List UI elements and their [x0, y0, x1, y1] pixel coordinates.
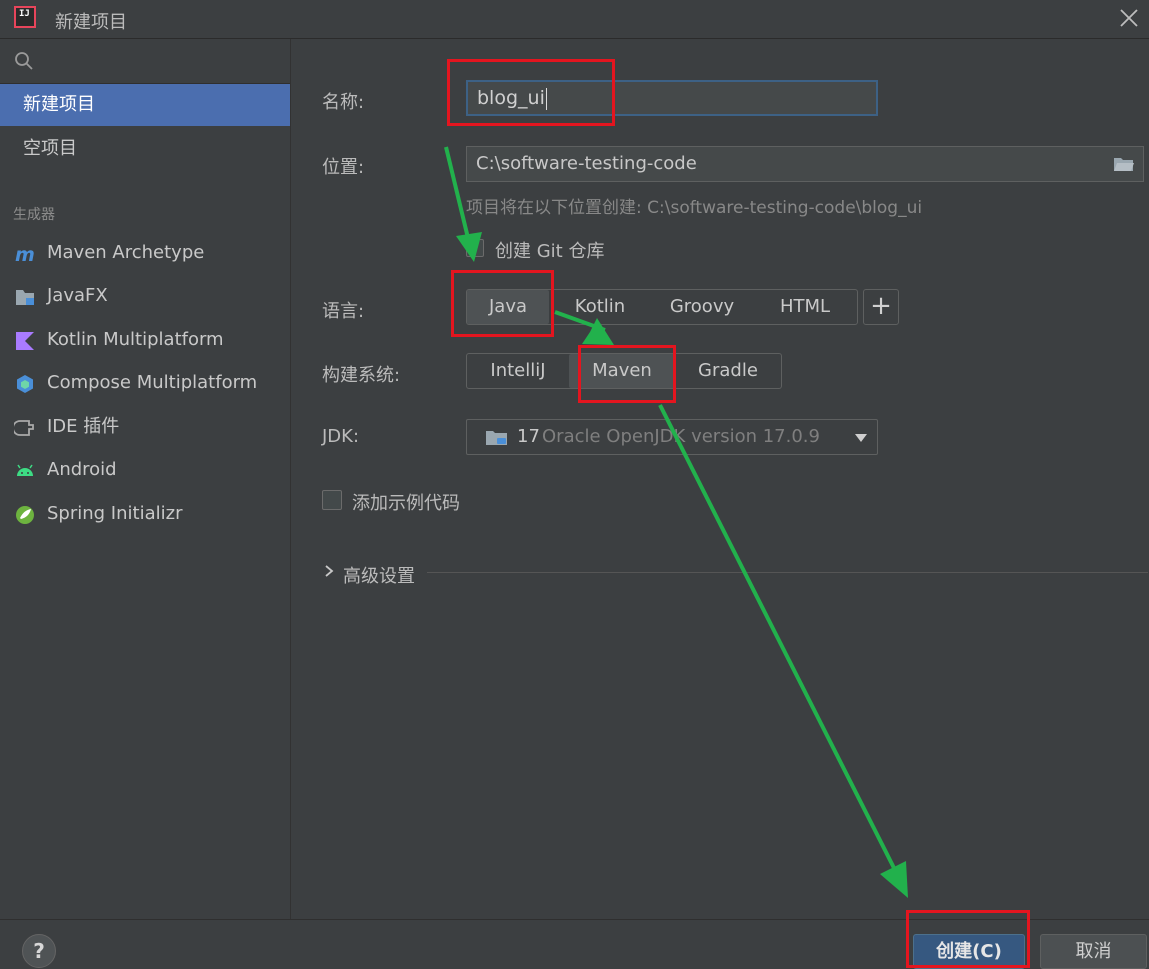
sidebar-item-new-project[interactable]: 新建项目 [0, 84, 290, 126]
add-sample-code-label: 添加示例代码 [352, 493, 460, 514]
sidebar: 新建项目 空项目 生成器 m Maven Archetype JavaFX Ko… [0, 39, 291, 919]
sidebar-item-compose-multiplatform[interactable]: Compose Multiplatform [0, 363, 290, 403]
compose-icon [17, 375, 33, 393]
sidebar-item-spring-initializr[interactable]: Spring Initializr [0, 494, 290, 534]
android-icon [17, 464, 33, 476]
generators-heading: 生成器 [13, 207, 55, 223]
create-button[interactable]: 创建(C) [913, 934, 1025, 969]
spring-icon [16, 506, 34, 524]
jdk-name: Oracle OpenJDK version 17.0.9 [542, 426, 820, 447]
create-git-repo-label: 创建 Git 仓库 [495, 241, 605, 262]
divider [427, 572, 1148, 573]
location-label: 位置: [322, 157, 365, 178]
sidebar-search[interactable] [0, 39, 290, 84]
language-option-kotlin[interactable]: Kotlin [549, 290, 651, 324]
maven-icon: m [15, 244, 35, 265]
chevron-down-icon [855, 434, 867, 442]
generator-label: Maven Archetype [47, 242, 205, 263]
jdk-dropdown[interactable]: 17 Oracle OpenJDK version 17.0.9 [466, 419, 878, 455]
kotlin-icon [16, 332, 34, 350]
jdk-version: 17 [517, 426, 540, 447]
build-system-selector: IntelliJ Maven Gradle [466, 353, 782, 389]
sidebar-item-android[interactable]: Android [0, 450, 290, 490]
browse-folder-icon[interactable] [1113, 155, 1135, 173]
generator-label: Android [47, 459, 117, 480]
build-option-gradle[interactable]: Gradle [675, 354, 781, 388]
new-project-form: 名称: blog_ui 位置: C:\software-testing-code… [291, 39, 1149, 919]
add-sample-code-checkbox[interactable] [322, 490, 342, 510]
build-option-maven[interactable]: Maven [569, 354, 675, 388]
name-label: 名称: [322, 92, 365, 113]
language-label: 语言: [322, 301, 365, 322]
svg-text:m: m [15, 244, 35, 265]
generator-label: Kotlin Multiplatform [47, 329, 224, 350]
generator-label: Compose Multiplatform [47, 372, 258, 393]
create-git-repo-row[interactable]: 创建 Git 仓库 [466, 237, 604, 262]
chevron-right-icon [325, 565, 334, 577]
sidebar-item-javafx[interactable]: JavaFX [0, 276, 290, 316]
help-button[interactable]: ? [22, 934, 56, 968]
add-language-button[interactable]: + [863, 289, 899, 325]
sidebar-item-ide-plugin[interactable]: IDE 插件 [0, 407, 290, 447]
window-title: 新建项目 [55, 12, 127, 33]
text-caret [545, 87, 547, 110]
jdk-label: JDK: [322, 426, 360, 447]
title-bar: IJ 新建项目 [0, 0, 1149, 39]
generator-label: JavaFX [47, 285, 108, 306]
generator-label: IDE 插件 [47, 416, 120, 437]
language-selector: Java Kotlin Groovy HTML [466, 289, 858, 325]
javafx-icon [16, 290, 34, 305]
location-hint: 项目将在以下位置创建: C:\software-testing-code\blo… [466, 198, 923, 218]
build-option-intellij[interactable]: IntelliJ [467, 354, 569, 388]
project-location-input[interactable]: C:\software-testing-code [466, 146, 1144, 182]
language-option-java[interactable]: Java [467, 290, 549, 324]
sidebar-item-kotlin-multiplatform[interactable]: Kotlin Multiplatform [0, 320, 290, 360]
dialog-footer: ? 创建(C) 取消 [0, 919, 1149, 969]
search-icon [15, 52, 33, 70]
advanced-settings-toggle[interactable]: 高级设置 [322, 562, 1148, 587]
language-option-html[interactable]: HTML [753, 290, 857, 324]
intellij-app-icon: IJ [14, 6, 36, 28]
close-icon[interactable] [1117, 6, 1141, 30]
advanced-settings-label: 高级设置 [343, 566, 415, 587]
sidebar-item-maven-archetype[interactable]: m Maven Archetype [0, 233, 290, 273]
add-sample-code-row[interactable]: 添加示例代码 [322, 489, 460, 514]
sidebar-item-empty-project[interactable]: 空项目 [0, 128, 290, 170]
build-system-label: 构建系统: [322, 365, 401, 386]
cancel-button[interactable]: 取消 [1040, 934, 1147, 969]
create-git-repo-checkbox[interactable] [466, 239, 484, 257]
jdk-folder-icon [486, 431, 507, 445]
project-name-input[interactable]: blog_ui [466, 80, 878, 116]
plugin-icon [14, 420, 34, 436]
generator-label: Spring Initializr [47, 503, 183, 524]
language-option-groovy[interactable]: Groovy [651, 290, 753, 324]
